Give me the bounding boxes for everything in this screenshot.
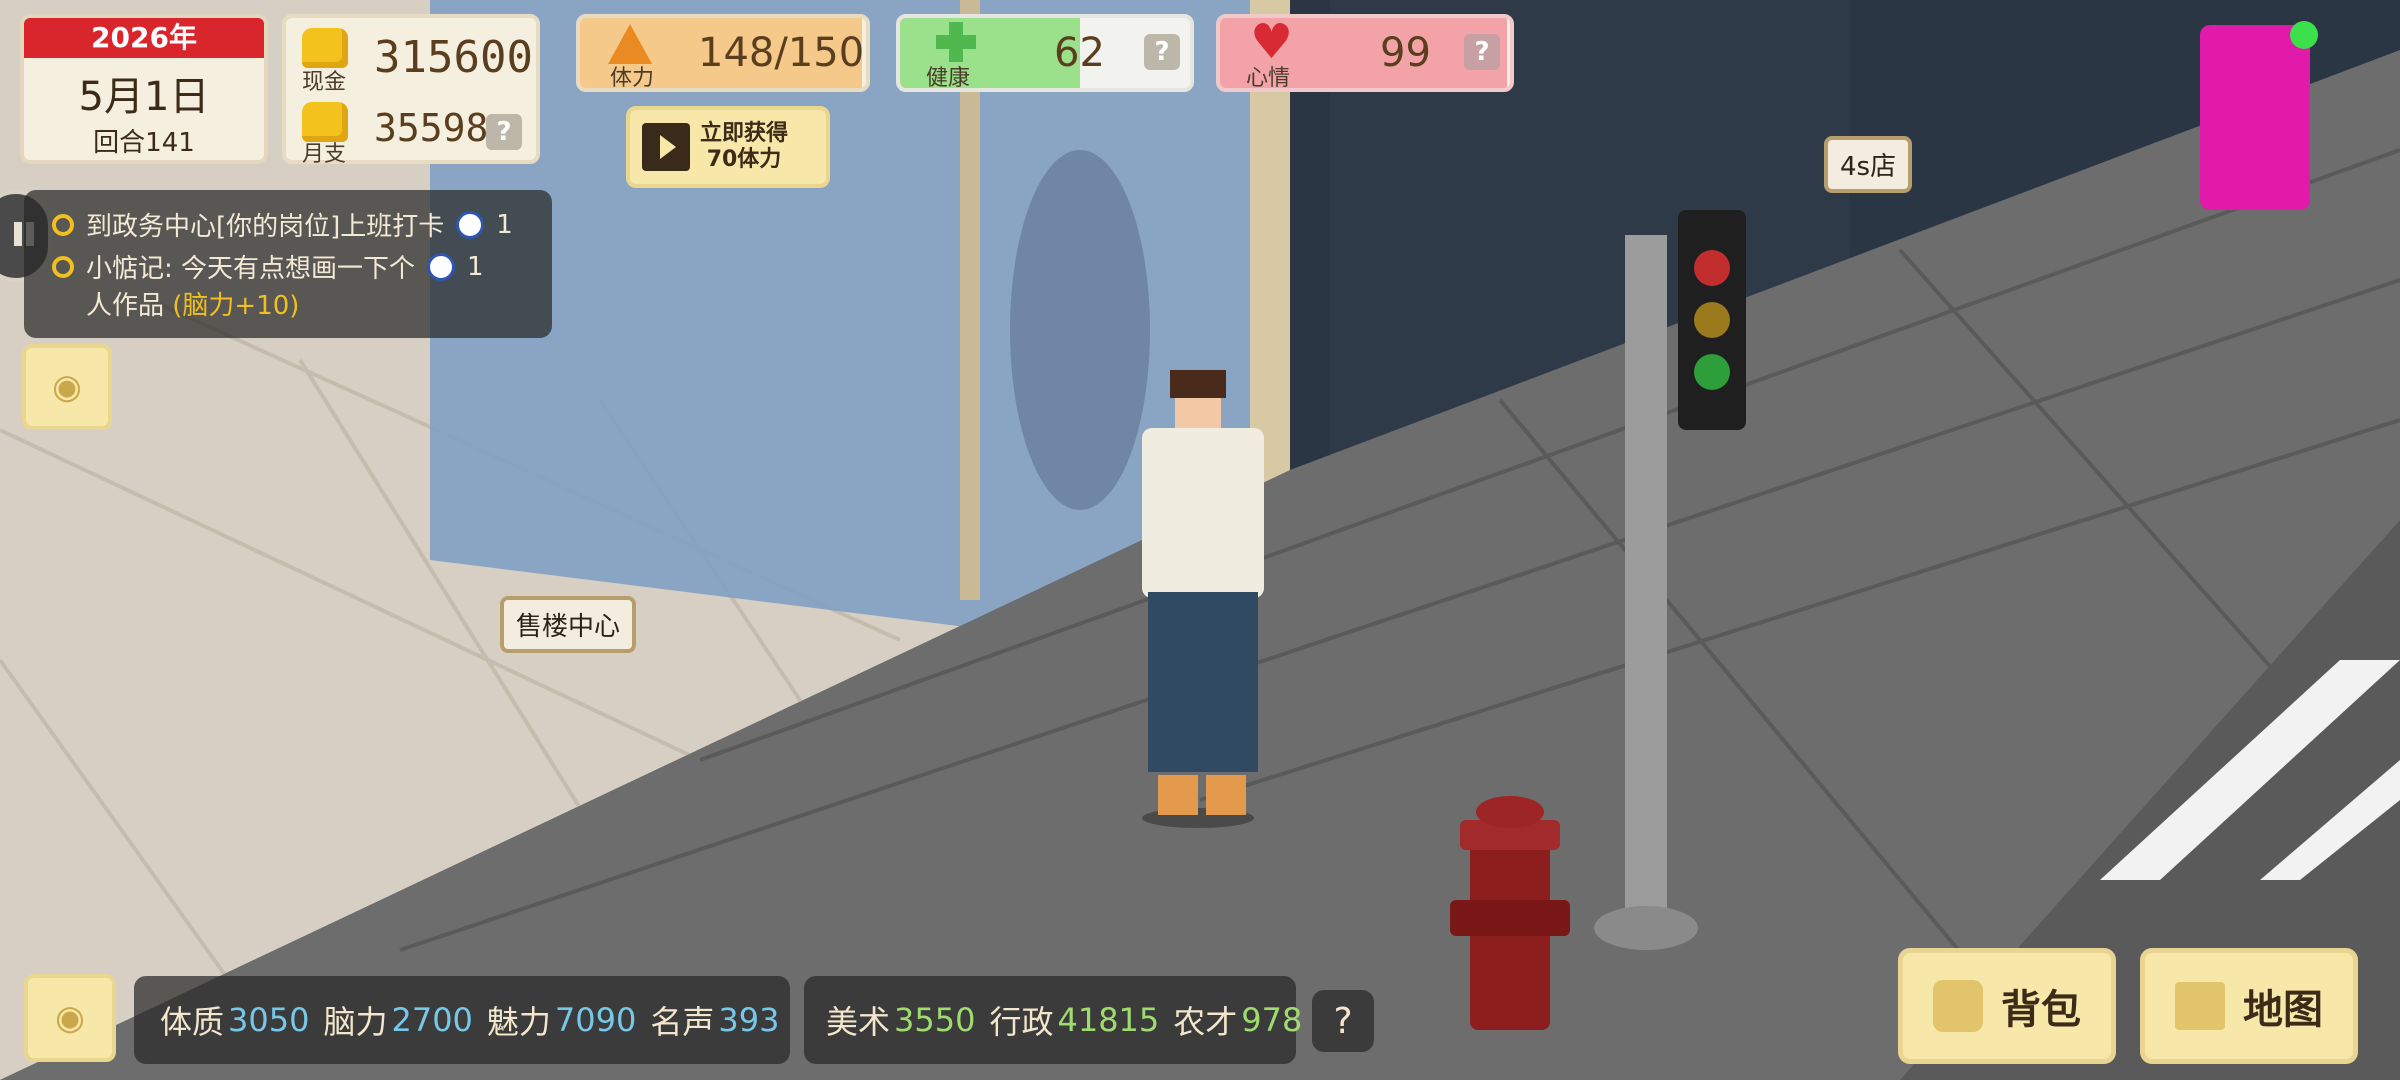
skill-name: 农才: [1173, 1003, 1238, 1041]
task-text: 到政务中心[你的岗位]上班打卡: [86, 212, 445, 242]
stat-name: 名声: [650, 1003, 715, 1041]
cash-coin-icon: [302, 28, 348, 68]
stat-value: 393: [718, 1001, 780, 1039]
toggle-view-button-bottom[interactable]: ◉: [24, 974, 116, 1062]
map-label: 地图: [2243, 987, 2323, 1033]
task-list: 到政务中心[你的岗位]上班打卡 1 小惦记: 今天有点想画一下个 1 人作品 (…: [24, 190, 552, 338]
skill-value: 41815: [1057, 1001, 1160, 1039]
heart-icon: ♥: [1250, 14, 1294, 70]
ad-text-line2: 70体力: [706, 147, 782, 172]
task-item-1[interactable]: 到政务中心[你的岗位]上班打卡 1: [52, 206, 513, 243]
player-character: [1142, 370, 1264, 828]
stats-help-button[interactable]: ?: [1312, 990, 1374, 1052]
task-bullet-icon: [52, 213, 74, 236]
stat-name: 魅力: [486, 1003, 551, 1041]
mood-label: 心情: [1246, 66, 1291, 91]
mood-value: 99: [1380, 30, 1431, 76]
mood-bar: ♥ 心情 99 ?: [1216, 14, 1514, 92]
video-icon: [642, 123, 690, 171]
skill-name: 美术: [826, 1003, 891, 1041]
attribute-stats: 体质 3050 脑力 2700 魅力 7090 名声 393: [134, 976, 790, 1064]
year-header: 2026年: [24, 18, 264, 58]
stamina-ad-button[interactable]: 立即获得 70体力: [626, 106, 830, 188]
health-cross-icon: [936, 22, 976, 62]
monthly-help-button[interactable]: ?: [486, 114, 522, 150]
toggle-view-button-top[interactable]: ◉: [22, 344, 112, 430]
monthly-label: 月支: [302, 142, 347, 167]
clock-icon: [427, 252, 456, 281]
map-icon: [2175, 982, 2225, 1030]
cash-label: 现金: [302, 70, 347, 95]
task-bullet-icon: [52, 255, 74, 278]
stat-name: 脑力: [323, 1003, 388, 1041]
health-label: 健康: [926, 66, 971, 91]
sales-center-label[interactable]: 售楼中心: [500, 596, 637, 653]
backpack-label: 背包: [2001, 987, 2081, 1033]
task-item-2[interactable]: 小惦记: 今天有点想画一下个 1 人作品 (脑力+10): [52, 248, 484, 322]
skill-value: 3550: [894, 1001, 976, 1039]
ad-text: 立即获得 70体力: [700, 121, 788, 173]
date-card: 2026年 5月1日 回合141: [20, 14, 268, 164]
vase: [1010, 150, 1150, 510]
stamina-bar: 体力 148/150: [576, 14, 870, 92]
task-text: 小惦记: 今天有点想画一下个: [86, 254, 416, 284]
backpack-button[interactable]: 背包: [1898, 948, 2116, 1064]
backpack-icon: [1933, 980, 1983, 1032]
mood-help-button[interactable]: ?: [1464, 34, 1500, 70]
eye-icon: ◉: [52, 367, 82, 407]
stamina-value: 148/150: [698, 30, 865, 76]
eye-icon: ◉: [55, 998, 85, 1038]
monthly-value: 35598: [374, 106, 489, 150]
date-day: 5月1日: [78, 74, 210, 120]
stat-value: 2700: [391, 1001, 473, 1039]
lightning-icon: [608, 24, 652, 64]
car-dealer-label[interactable]: 4s店: [1824, 136, 1913, 193]
ad-text-line1: 立即获得: [700, 121, 789, 146]
health-value: 62: [1054, 30, 1105, 76]
task-text-cont: 人作品: [86, 291, 165, 321]
money-card: 现金 315600 月支 35598 ?: [282, 14, 540, 167]
pause-icon: [14, 222, 22, 246]
skill-value: 978: [1241, 1001, 1303, 1039]
phone-prop: [2200, 25, 2310, 210]
map-button[interactable]: 地图: [2140, 948, 2358, 1064]
clock-icon: [456, 210, 485, 239]
task-count: 1: [496, 209, 513, 240]
task-count: 1: [467, 251, 484, 282]
task-reward: (脑力+10): [172, 291, 300, 321]
stat-name: 体质: [160, 1003, 225, 1041]
round-counter: 回合141: [93, 128, 195, 158]
health-help-button[interactable]: ?: [1144, 34, 1180, 70]
stat-value: 3050: [228, 1001, 310, 1039]
health-bar: 健康 62 ?: [896, 14, 1194, 92]
stat-value: 7090: [554, 1001, 637, 1039]
cash-value: 315600: [374, 32, 533, 83]
skill-stats: 美术 3550 行政 41815 农才 978: [804, 976, 1302, 1064]
stamina-label: 体力: [610, 66, 655, 91]
skill-name: 行政: [989, 1003, 1054, 1041]
light-pole: [1625, 235, 1667, 935]
